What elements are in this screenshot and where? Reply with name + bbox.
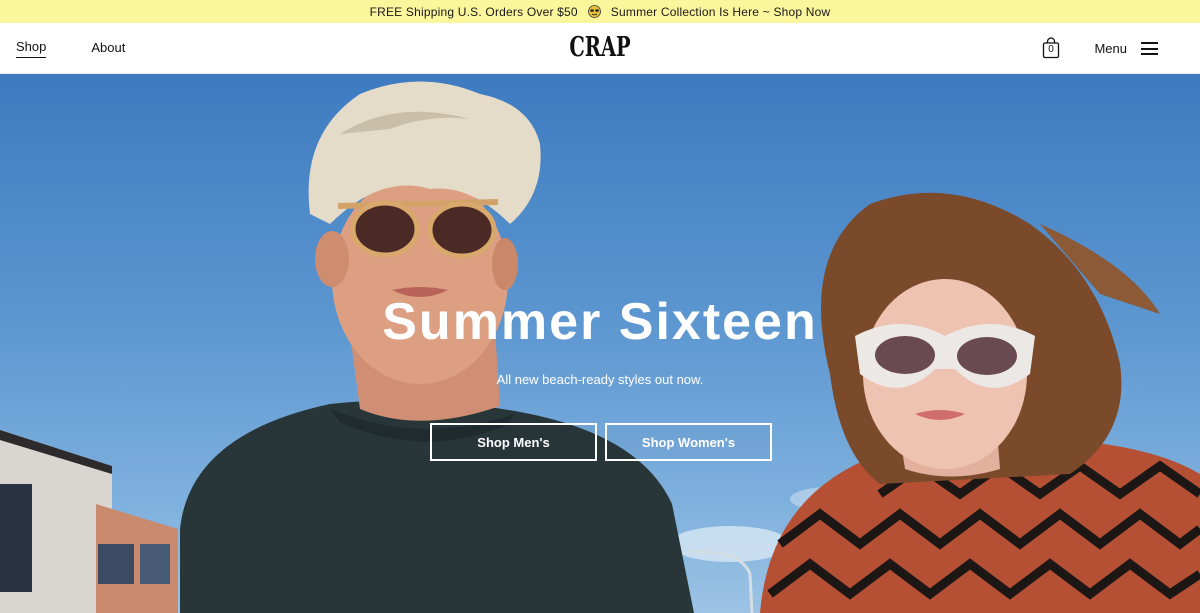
nav-link-shop[interactable]: Shop <box>16 39 47 58</box>
cart-button[interactable]: 0 <box>1042 37 1060 59</box>
announcement-collection-link[interactable]: Summer Collection Is Here ~ Shop Now <box>611 5 831 19</box>
menu-label: Menu <box>1094 41 1127 56</box>
site-logo[interactable]: CRAP <box>557 32 642 63</box>
menu-button[interactable]: Menu <box>1094 41 1158 56</box>
nav-link-about[interactable]: About <box>91 40 125 58</box>
site-header: Shop About CRAP 0 Menu <box>0 23 1200 74</box>
cart-count: 0 <box>1048 44 1054 55</box>
announcement-shipping-text: FREE Shipping U.S. Orders Over $50 <box>369 4 578 19</box>
hero-subtitle: All new beach-ready styles out now. <box>496 372 704 387</box>
announcement-bar[interactable]: FREE Shipping U.S. Orders Over $50 Summe… <box>0 0 1200 23</box>
hero-banner: Summer Sixteen All new beach-ready style… <box>0 74 1200 613</box>
hero-title: Summer Sixteen <box>382 293 818 351</box>
shop-womens-button[interactable]: Shop Women's <box>605 423 772 461</box>
hero-cta-group: Shop Men's Shop Women's <box>430 423 772 461</box>
logo-text: CRAP <box>569 32 631 63</box>
hamburger-icon <box>1141 42 1158 55</box>
menu-toggle[interactable]: Menu <box>1094 23 1158 74</box>
sunglasses-emoji-icon <box>587 5 601 18</box>
primary-nav: Shop About <box>16 23 125 74</box>
shop-mens-button[interactable]: Shop Men's <box>430 423 597 461</box>
